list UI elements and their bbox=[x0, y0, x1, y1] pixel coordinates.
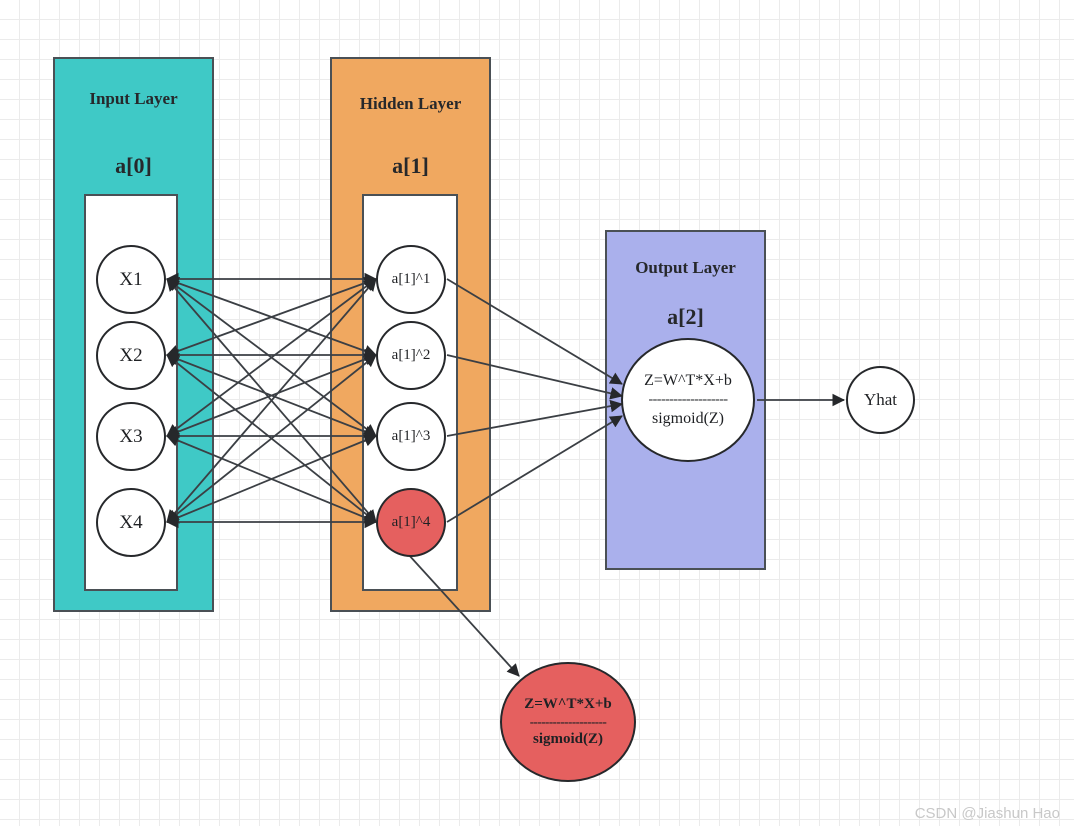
input-node-x1[interactable]: X1 bbox=[96, 245, 166, 314]
diagram-canvas: Input Layer a[0] Hidden Layer a[1] Outpu… bbox=[0, 0, 1074, 826]
hidden-node-1[interactable]: a[1]^1 bbox=[376, 245, 446, 314]
hidden-node-3-label: a[1]^3 bbox=[391, 428, 431, 444]
input-node-x4-label: X4 bbox=[119, 511, 143, 533]
output-node[interactable]: Z=W^T*X+b ------------------- sigmoid(Z) bbox=[621, 338, 755, 462]
output-node-divider: ------------------- bbox=[648, 392, 728, 408]
annotation-neuron-detail[interactable]: Z=W^T*X+b -------------------- sigmoid(Z… bbox=[500, 662, 636, 782]
input-node-x2-label: X2 bbox=[119, 344, 143, 366]
annotation-activation: sigmoid(Z) bbox=[532, 731, 603, 748]
input-node-x3-label: X3 bbox=[119, 425, 143, 447]
input-node-x4[interactable]: X4 bbox=[96, 488, 166, 557]
hidden-node-2-label: a[1]^2 bbox=[391, 347, 431, 363]
hidden-node-3[interactable]: a[1]^3 bbox=[376, 402, 446, 471]
hidden-node-to-annotation-connection bbox=[407, 553, 520, 677]
hidden-node-4-label: a[1]^4 bbox=[391, 514, 431, 530]
hidden-node-4[interactable]: a[1]^4 bbox=[376, 488, 446, 557]
input-node-x2[interactable]: X2 bbox=[96, 321, 166, 390]
output-node-formula: Z=W^T*X+b bbox=[644, 372, 732, 390]
hidden-node-2[interactable]: a[1]^2 bbox=[376, 321, 446, 390]
hidden-node-1-label: a[1]^1 bbox=[391, 271, 431, 287]
output-node-activation: sigmoid(Z) bbox=[652, 409, 724, 427]
watermark: CSDN @Jiashun Hao bbox=[914, 805, 1060, 822]
hidden-to-output-connections bbox=[446, 278, 623, 523]
yhat-node[interactable]: Yhat bbox=[846, 366, 915, 434]
input-to-hidden-connections bbox=[165, 272, 378, 529]
annotation-formula: Z=W^T*X+b bbox=[524, 696, 612, 713]
input-node-x3[interactable]: X3 bbox=[96, 402, 166, 471]
yhat-node-label: Yhat bbox=[863, 390, 898, 409]
annotation-divider: -------------------- bbox=[529, 713, 607, 729]
input-node-x1-label: X1 bbox=[119, 268, 143, 290]
